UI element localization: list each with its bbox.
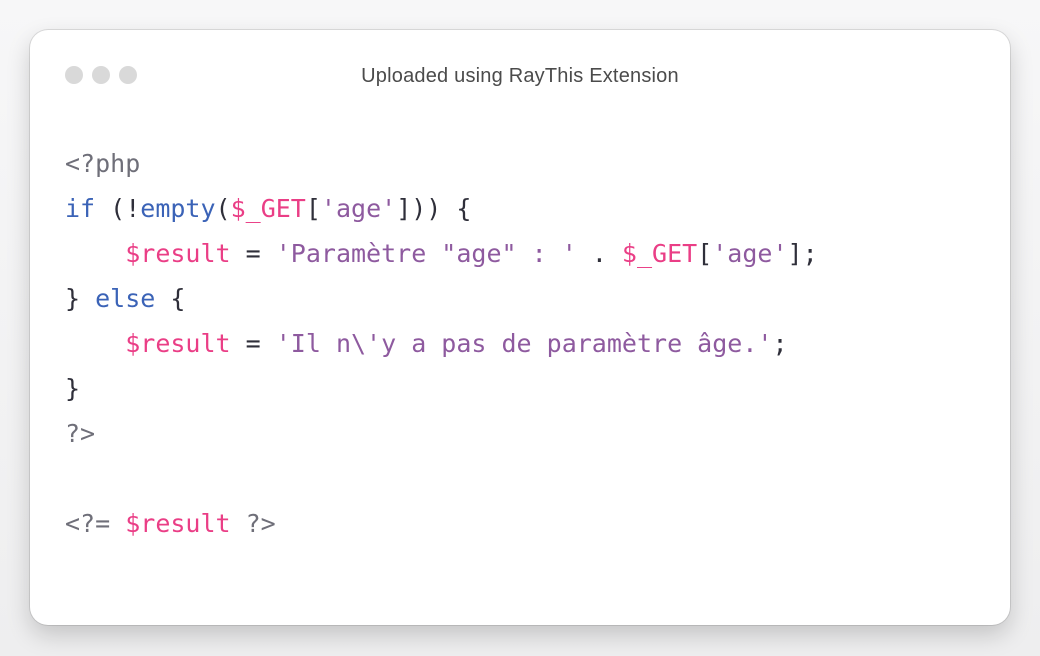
code-token-var: $_GET	[230, 194, 306, 223]
code-token-punc: (	[215, 194, 231, 223]
code-token-punc: ])) {	[396, 194, 472, 223]
code-token-meta: ?>	[65, 419, 96, 448]
code-window: Uploaded using RayThis Extension <?php if…	[30, 30, 1010, 625]
code-token-meta: ?>	[230, 509, 276, 538]
code-token-meta: <?=	[65, 509, 126, 538]
code-token-var: $result	[125, 329, 231, 358]
code-line: <?php	[65, 141, 818, 186]
code-token-meta: <?php	[65, 149, 141, 178]
code-token-punc: .	[576, 239, 622, 268]
code-token-var: $result	[125, 239, 231, 268]
code-token-str: 'Paramètre "age" : '	[275, 239, 577, 268]
code-token-punc: =	[230, 239, 276, 268]
code-token-punc: [	[305, 194, 321, 223]
code-token-punc: [	[697, 239, 713, 268]
code-token-var: $result	[125, 509, 231, 538]
code-token-str: 'age'	[712, 239, 788, 268]
code-token-punc: =	[230, 329, 276, 358]
code-token-kw: if	[65, 194, 96, 223]
code-token-kw: else	[95, 284, 156, 313]
code-line: $result = 'Il n\'y a pas de paramètre âg…	[65, 321, 818, 366]
code-token-var: $_GET	[621, 239, 698, 268]
window-titlebar: Uploaded using RayThis Extension	[30, 30, 1010, 122]
code-line: $result = 'Paramètre "age" : ' . $_GET['…	[65, 231, 818, 276]
code-token-fn: empty	[140, 194, 216, 223]
code-token-str: 'age'	[320, 194, 397, 223]
code-token-punc: ];	[787, 239, 818, 268]
code-block: <?php if (!empty($_GET['age'])) { $result…	[65, 141, 818, 546]
code-line: }	[65, 366, 818, 411]
code-token-punc	[65, 239, 125, 268]
code-token-str: 'Il n\'y a pas de paramètre âge.'	[275, 329, 773, 358]
code-line: ?>	[65, 411, 818, 456]
code-token-punc: }	[65, 374, 81, 403]
window-title: Uploaded using RayThis Extension	[361, 65, 679, 87]
code-line: <?= $result ?>	[65, 501, 818, 546]
code-token-punc	[65, 329, 125, 358]
code-token-punc: ;	[772, 329, 788, 358]
code-line: if (!empty($_GET['age'])) {	[65, 186, 818, 231]
code-token-punc: }	[65, 284, 96, 313]
code-token-punc: {	[155, 284, 186, 313]
code-line: } else {	[65, 276, 818, 321]
code-token-punc: (!	[95, 194, 141, 223]
